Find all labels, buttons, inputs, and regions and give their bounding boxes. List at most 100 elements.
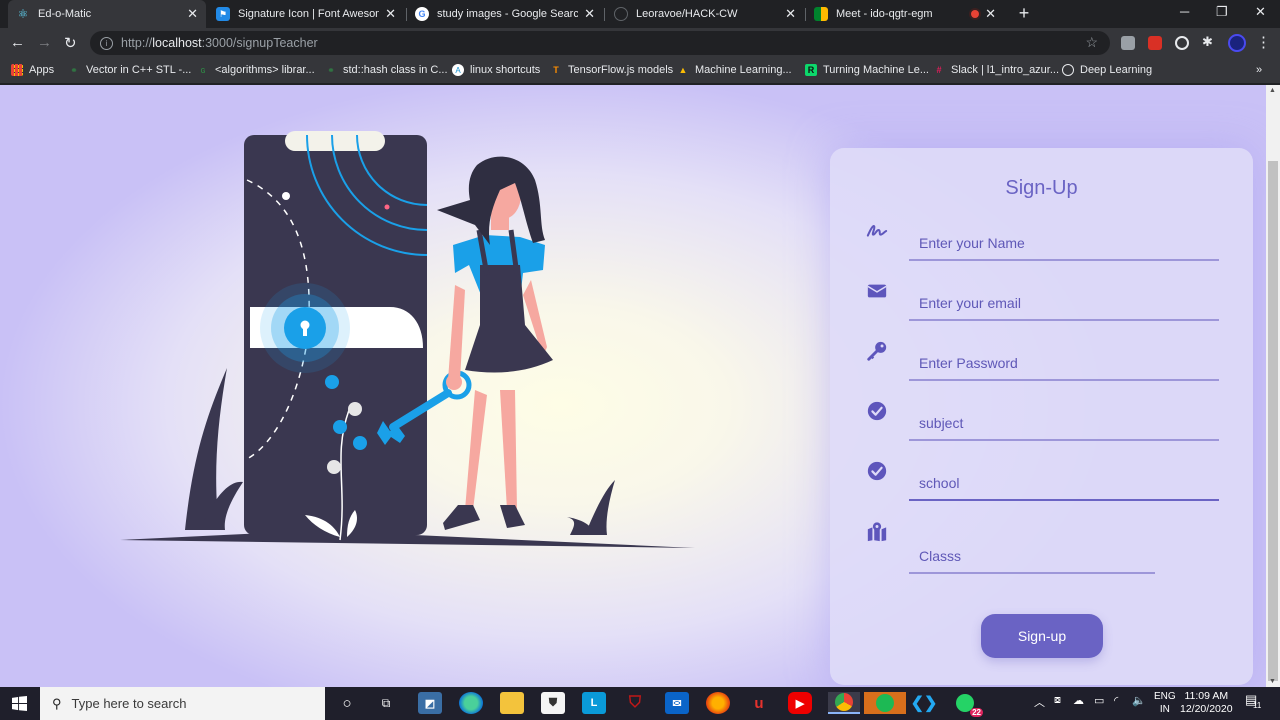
puzzle-extensions-icon[interactable]: ✱ — [1202, 34, 1216, 49]
bookmark-item[interactable]: ⚭ Vector in C++ STL -... — [68, 64, 191, 76]
show-hidden-icons-chevron-icon[interactable]: ︿ — [1034, 694, 1045, 710]
check-circle-icon — [867, 461, 887, 481]
close-tab-icon[interactable]: ✕ — [985, 6, 996, 22]
url-host: localhost — [152, 36, 202, 50]
tab-ed-o-matic[interactable]: ⚛ Ed-o-Matic ✕ — [8, 0, 206, 28]
password-field[interactable] — [909, 347, 1219, 381]
spotify-icon — [876, 694, 894, 712]
mail-icon[interactable]: ✉ — [665, 692, 689, 714]
bookmarks-bar: Apps ⚭ Vector in C++ STL -... ɢ <algorit… — [0, 58, 1280, 84]
scroll-up-arrow-icon[interactable]: ▲ — [1269, 87, 1276, 94]
bookmark-item[interactable]: T TensorFlow.js models — [550, 64, 673, 76]
app-icon[interactable]: ◩ — [418, 692, 442, 714]
more-bookmarks-button[interactable]: » — [1256, 64, 1262, 76]
maximize-button[interactable]: ❐ — [1216, 4, 1228, 20]
menu-kebab-icon[interactable]: ⋮ — [1256, 33, 1271, 51]
youtube-icon[interactable]: ▶ — [788, 692, 812, 714]
task-view-icon[interactable]: ⧉ — [374, 692, 398, 714]
system-clock[interactable]: 11:09 AM 12/20/2020 — [1180, 690, 1233, 716]
slack-icon: # — [936, 65, 942, 75]
forward-button[interactable]: → — [37, 34, 52, 51]
scroll-down-arrow-icon[interactable]: ▼ — [1269, 678, 1276, 685]
new-tab-button[interactable]: + — [1014, 3, 1034, 24]
browser-toolbar: ← → ↻ i http://localhost:3000/signupTeac… — [0, 28, 1280, 58]
minimize-button[interactable]: ─ — [1180, 4, 1189, 19]
bookmark-item[interactable]: ɢ <algorithms> librar... — [197, 64, 315, 76]
close-tab-icon[interactable]: ✕ — [385, 6, 396, 22]
signup-page: Sign-Up Enter your Name Enter your email… — [0, 85, 1266, 687]
turning-ml-icon: R — [805, 64, 817, 76]
spotify-taskbar-icon[interactable] — [864, 692, 906, 714]
bookmark-item[interactable]: ▲ Machine Learning... — [677, 64, 792, 76]
gfg-icon: ⚭ — [70, 64, 78, 75]
bookmark-label: linux shortcuts — [470, 64, 541, 76]
clock-time: 11:09 AM — [1184, 690, 1229, 702]
bookmark-item[interactable]: # Slack | l1_intro_azur... — [933, 64, 1059, 76]
mcafee-icon[interactable]: ⛉ — [623, 692, 647, 714]
bookmark-item[interactable]: R Turning Machine Le... — [805, 64, 929, 76]
subject-field[interactable] — [909, 407, 1219, 441]
edge-icon[interactable] — [459, 692, 483, 714]
microsoft-store-icon[interactable]: ⛊ — [541, 692, 565, 714]
meet-now-icon[interactable]: ⧇ — [1054, 694, 1061, 707]
windows-start-icon[interactable] — [12, 696, 27, 711]
whatsapp-badge: 22 — [970, 708, 983, 717]
info-icon[interactable]: i — [100, 36, 113, 50]
chrome-taskbar-icon[interactable] — [828, 692, 860, 714]
close-window-button[interactable]: ✕ — [1255, 4, 1266, 20]
tab-github[interactable]: Leoravoe/HACK-CW ✕ — [606, 0, 804, 28]
bookmark-item[interactable]: Deep Learning — [1062, 64, 1152, 76]
close-tab-icon[interactable]: ✕ — [187, 6, 198, 22]
signup-button[interactable]: Sign-up — [981, 614, 1103, 658]
tab-title: Signature Icon | Font Awesome — [238, 8, 380, 20]
tab-google-search[interactable]: G study images - Google Search ✕ — [407, 0, 603, 28]
input-language-indicator[interactable]: ENG IN — [1154, 690, 1176, 716]
url-path: :3000/signupTeacher — [201, 36, 318, 50]
bookmark-item[interactable]: ⚭ std::hash class in C... — [325, 64, 447, 76]
bookmark-item[interactable]: A linux shortcuts — [452, 64, 540, 76]
check-circle-icon — [867, 401, 887, 421]
scrollbar-thumb[interactable] — [1268, 161, 1278, 681]
page-scrollbar[interactable]: ▲ ▼ — [1266, 85, 1280, 687]
close-tab-icon[interactable]: ✕ — [584, 6, 595, 22]
tab-title: Leoravoe/HACK-CW — [636, 8, 738, 20]
name-field[interactable] — [909, 227, 1219, 261]
close-tab-icon[interactable]: ✕ — [785, 6, 796, 22]
lenovo-l-icon[interactable]: L — [582, 692, 606, 714]
tab-google-meet[interactable]: Meet - ido-qgtr-egm ✕ — [806, 0, 1004, 28]
bookmark-label: <algorithms> librar... — [215, 64, 315, 76]
envelope-icon — [867, 284, 887, 298]
bookmark-apps[interactable]: Apps — [11, 64, 54, 76]
battery-icon[interactable]: ▭ — [1094, 694, 1104, 707]
cortana-icon[interactable]: ○ — [335, 692, 359, 714]
whatsapp-taskbar-icon[interactable]: 22 — [953, 692, 983, 717]
taskbar-search-placeholder: Type here to search — [71, 696, 187, 711]
notification-center-icon[interactable]: ▤ 11 — [1245, 692, 1261, 710]
signup-card: Sign-Up Enter your Name Enter your email… — [830, 148, 1253, 685]
back-button[interactable]: ← — [10, 34, 25, 51]
vscode-icon[interactable]: ❮❯ — [911, 692, 938, 714]
firefox-icon[interactable] — [706, 692, 730, 714]
tab-title: Meet - ido-qgtr-egm — [836, 8, 933, 20]
school-field[interactable] — [909, 467, 1219, 501]
bookmark-star-icon[interactable]: ☆ — [1085, 34, 1098, 51]
extension-icon[interactable] — [1148, 36, 1162, 50]
address-bar[interactable]: i http://localhost:3000/signupTeacher ☆ — [90, 31, 1110, 55]
taskbar-search-box[interactable]: ⚲ Type here to search — [40, 687, 325, 720]
bookmark-label: Machine Learning... — [695, 64, 792, 76]
wifi-icon[interactable]: ◜ — [1114, 694, 1118, 707]
reload-button[interactable]: ↻ — [64, 34, 77, 52]
url-prefix: http:// — [121, 36, 153, 50]
tab-font-awesome[interactable]: ⚑ Signature Icon | Font Awesome ✕ — [208, 0, 404, 28]
email-field[interactable] — [909, 287, 1219, 321]
onedrive-cloud-icon[interactable]: ☁ — [1073, 694, 1084, 707]
extension-icon[interactable] — [1121, 36, 1135, 50]
file-explorer-icon[interactable] — [500, 692, 524, 714]
class-field[interactable] — [909, 540, 1155, 574]
tab-title: Ed-o-Matic — [38, 8, 92, 20]
profile-avatar[interactable] — [1228, 34, 1246, 52]
extension-icon[interactable] — [1175, 36, 1189, 50]
sublime-u-icon[interactable]: u — [747, 692, 771, 714]
bookmark-label: Turning Machine Le... — [823, 64, 929, 76]
volume-icon[interactable]: 🔈 — [1132, 694, 1146, 707]
